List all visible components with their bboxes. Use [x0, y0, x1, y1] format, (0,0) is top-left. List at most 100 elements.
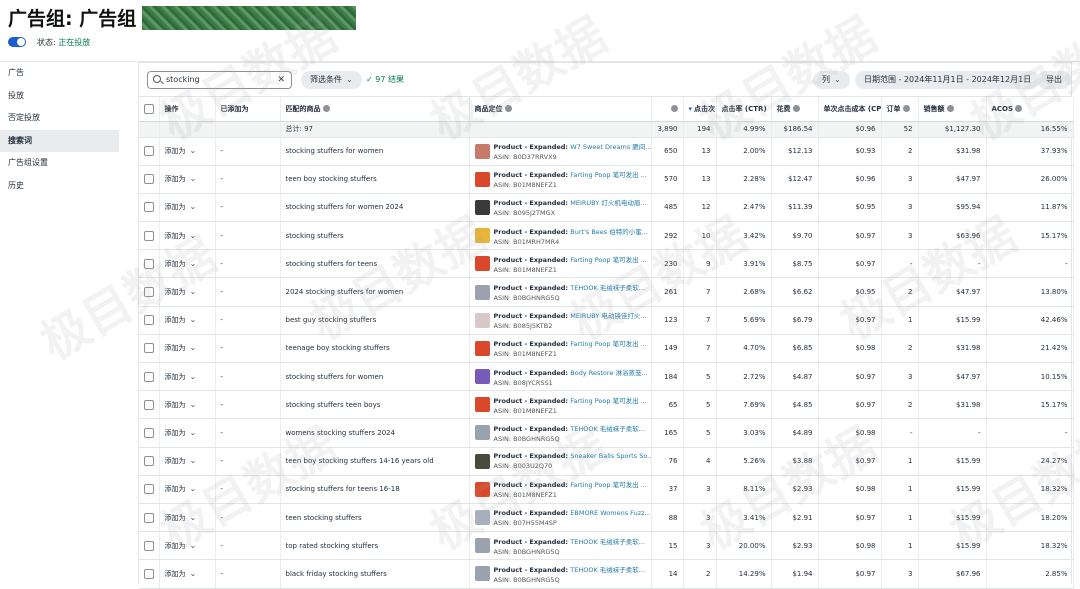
- spend: $8.75: [771, 249, 819, 279]
- product-targeting-cell[interactable]: Product - Expanded: Farting Poop 笔可发出 ..…: [469, 390, 652, 420]
- row-checkbox[interactable]: [139, 249, 160, 279]
- product-link[interactable]: TEHOOK 毛绒袜子柔软...: [570, 538, 645, 546]
- product-targeting-cell[interactable]: Product - Expanded: Farting Poop 笔可发出 ..…: [469, 334, 652, 364]
- add-as-dropdown[interactable]: 添加为 ⌄: [159, 277, 216, 307]
- product-targeting-cell[interactable]: Product - Expanded: TEHOOK 毛绒袜子柔软... ASIN…: [469, 418, 652, 448]
- product-link[interactable]: Farting Poop 笔可发出 ...: [570, 397, 647, 405]
- product-targeting-cell[interactable]: Product - Expanded: TEHOOK 毛绒袜子柔软... ASIN…: [469, 277, 652, 307]
- add-as-dropdown[interactable]: 添加为 ⌄: [159, 475, 216, 504]
- product-link[interactable]: Farting Poop 笔可发出 ...: [570, 171, 647, 179]
- select-all-checkbox[interactable]: [139, 97, 160, 122]
- product-link[interactable]: W7 Sweet Dreams 腮间...: [570, 143, 650, 151]
- col-impressions[interactable]: [651, 97, 684, 122]
- add-as-dropdown[interactable]: 添加为 ⌄: [159, 249, 216, 279]
- product-link[interactable]: Burt's Bees 伯特的小蜜...: [570, 228, 648, 236]
- row-checkbox[interactable]: [139, 503, 160, 533]
- product-targeting-cell[interactable]: Product - Expanded: Farting Poop 笔可发出 ..…: [469, 165, 652, 194]
- product-link[interactable]: TEHOOK 毛绒袜子柔软...: [570, 566, 645, 574]
- product-targeting-cell[interactable]: Product - Expanded: Burt's Bees 伯特的小蜜...…: [469, 221, 652, 251]
- col-orders[interactable]: 订单: [881, 97, 919, 122]
- add-as-dropdown[interactable]: 添加为 ⌄: [159, 165, 216, 194]
- impressions: 165: [651, 418, 684, 448]
- add-as-dropdown[interactable]: 添加为 ⌄: [159, 334, 216, 364]
- date-range-button[interactable]: 日期范围 - 2024年11月1日 - 2024年12月1日: [855, 71, 1041, 89]
- col-acos[interactable]: ACOS: [986, 97, 1074, 122]
- product-thumbnail: [474, 171, 490, 187]
- product-link[interactable]: Farting Poop 笔可发出 ...: [570, 256, 647, 264]
- columns-button[interactable]: 列 ⌄: [813, 71, 850, 89]
- row-checkbox[interactable]: [139, 137, 160, 166]
- add-as-dropdown[interactable]: 添加为 ⌄: [159, 390, 216, 420]
- acos: 11.87%: [986, 193, 1074, 223]
- impressions: 88: [651, 503, 684, 533]
- product-link[interactable]: Sneaker Balls Sports So...: [570, 452, 650, 460]
- sidebar-item-adgroup-settings[interactable]: 广告组设置: [0, 152, 126, 175]
- cpc: $0.98: [818, 475, 882, 504]
- row-checkbox[interactable]: [139, 390, 160, 420]
- orders: 1: [881, 503, 919, 533]
- row-checkbox[interactable]: [139, 531, 160, 561]
- asin: ASIN: B0D37RRVX9: [493, 153, 557, 162]
- add-as-dropdown[interactable]: 添加为 ⌄: [159, 306, 216, 335]
- sidebar-item-history[interactable]: 历史: [0, 175, 126, 198]
- product-link[interactable]: TEHOOK 毛绒袜子柔软...: [570, 284, 645, 292]
- product-targeting-cell[interactable]: Product - Expanded: EBMORE Womens Fuzz..…: [469, 503, 652, 533]
- col-clicks[interactable]: ▾ 点击次: [683, 97, 717, 122]
- col-cpc[interactable]: 单次点击成本 (CPC): [818, 97, 882, 122]
- add-as-dropdown[interactable]: 添加为 ⌄: [159, 362, 216, 392]
- product-link[interactable]: Farting Poop 笔可发出 ...: [570, 340, 647, 348]
- col-added-as: 已添加为: [215, 97, 281, 122]
- col-sales[interactable]: 销售额: [918, 97, 987, 122]
- product-targeting-cell[interactable]: Product - Expanded: Body Restore 淋浴蒸笼...…: [469, 362, 652, 392]
- col-spend[interactable]: 花费: [771, 97, 819, 122]
- sidebar-item-targeting[interactable]: 投放: [0, 85, 126, 108]
- product-targeting-cell[interactable]: Product - Expanded: Sneaker Balls Sports…: [469, 447, 652, 476]
- product-link[interactable]: TEHOOK 毛绒袜子柔软...: [570, 425, 645, 433]
- add-as-dropdown[interactable]: 添加为 ⌄: [159, 221, 216, 251]
- product-link[interactable]: EBMORE Womens Fuzz...: [570, 509, 650, 517]
- product-targeting-cell[interactable]: Product - Expanded: W7 Sweet Dreams 腮间..…: [469, 137, 652, 166]
- product-targeting-cell[interactable]: Product - Expanded: MEIRUBY 电动镜佳打火... ASI…: [469, 306, 652, 335]
- product-link[interactable]: MEIRUBY 灯火机电动眉...: [570, 199, 646, 207]
- row-checkbox[interactable]: [139, 447, 160, 476]
- add-as-dropdown[interactable]: 添加为 ⌄: [159, 193, 216, 223]
- add-as-dropdown[interactable]: 添加为 ⌄: [159, 137, 216, 166]
- row-checkbox[interactable]: [139, 475, 160, 504]
- asin: ASIN: B0BGHNRG5Q: [493, 575, 560, 584]
- row-checkbox[interactable]: [139, 221, 160, 251]
- product-thumbnail: [474, 284, 490, 300]
- product-targeting-cell[interactable]: Product - Expanded: Farting Poop 笔可发出 ..…: [469, 249, 652, 279]
- export-button[interactable]: 导出: [1037, 71, 1071, 89]
- row-checkbox[interactable]: [139, 165, 160, 194]
- row-checkbox[interactable]: [139, 418, 160, 448]
- clear-icon[interactable]: ✕: [277, 72, 285, 88]
- product-targeting-cell[interactable]: Product - Expanded: TEHOOK 毛绒袜子柔软... ASIN…: [469, 531, 652, 561]
- product-targeting-cell[interactable]: Product - Expanded: Farting Poop 笔可发出 ..…: [469, 475, 652, 504]
- row-checkbox[interactable]: [139, 193, 160, 223]
- row-checkbox[interactable]: [139, 306, 160, 335]
- product-thumbnail: [474, 340, 490, 356]
- add-as-dropdown[interactable]: 添加为 ⌄: [159, 531, 216, 561]
- add-as-dropdown[interactable]: 添加为 ⌄: [159, 503, 216, 533]
- product-link[interactable]: Body Restore 淋浴蒸笼...: [570, 369, 647, 377]
- product-targeting-cell[interactable]: Product - Expanded: MEIRUBY 灯火机电动眉... ASI…: [469, 193, 652, 223]
- search-terms-table: 操作 已添加为 匹配的商品 商品定位 ▾ 点击次 点击率 (CTR) 花费 单次点…: [139, 97, 1074, 589]
- col-ctr[interactable]: 点击率 (CTR): [716, 97, 772, 122]
- product-thumbnail: [474, 425, 490, 441]
- add-as-dropdown[interactable]: 添加为 ⌄: [159, 418, 216, 448]
- col-product-targeting[interactable]: 商品定位: [469, 97, 652, 122]
- add-as-dropdown[interactable]: 添加为 ⌄: [159, 447, 216, 476]
- row-checkbox[interactable]: [139, 362, 160, 392]
- sidebar-item-ads[interactable]: 广告: [0, 62, 126, 85]
- col-matched-product[interactable]: 匹配的商品: [280, 97, 470, 122]
- search-input[interactable]: stocking ✕: [147, 71, 292, 89]
- sidebar-item-search-terms[interactable]: 搜索词: [0, 129, 119, 152]
- row-checkbox[interactable]: [139, 334, 160, 364]
- filter-button[interactable]: 筛选条件 ⌄: [301, 71, 362, 89]
- product-link[interactable]: Farting Poop 笔可发出 ...: [570, 481, 647, 489]
- row-checkbox[interactable]: [139, 277, 160, 307]
- sidebar-item-negative-targeting[interactable]: 否定投放: [0, 107, 126, 130]
- status-toggle[interactable]: [8, 37, 26, 47]
- product-link[interactable]: MEIRUBY 电动镜佳打火...: [570, 312, 646, 320]
- info-icon: [322, 105, 330, 113]
